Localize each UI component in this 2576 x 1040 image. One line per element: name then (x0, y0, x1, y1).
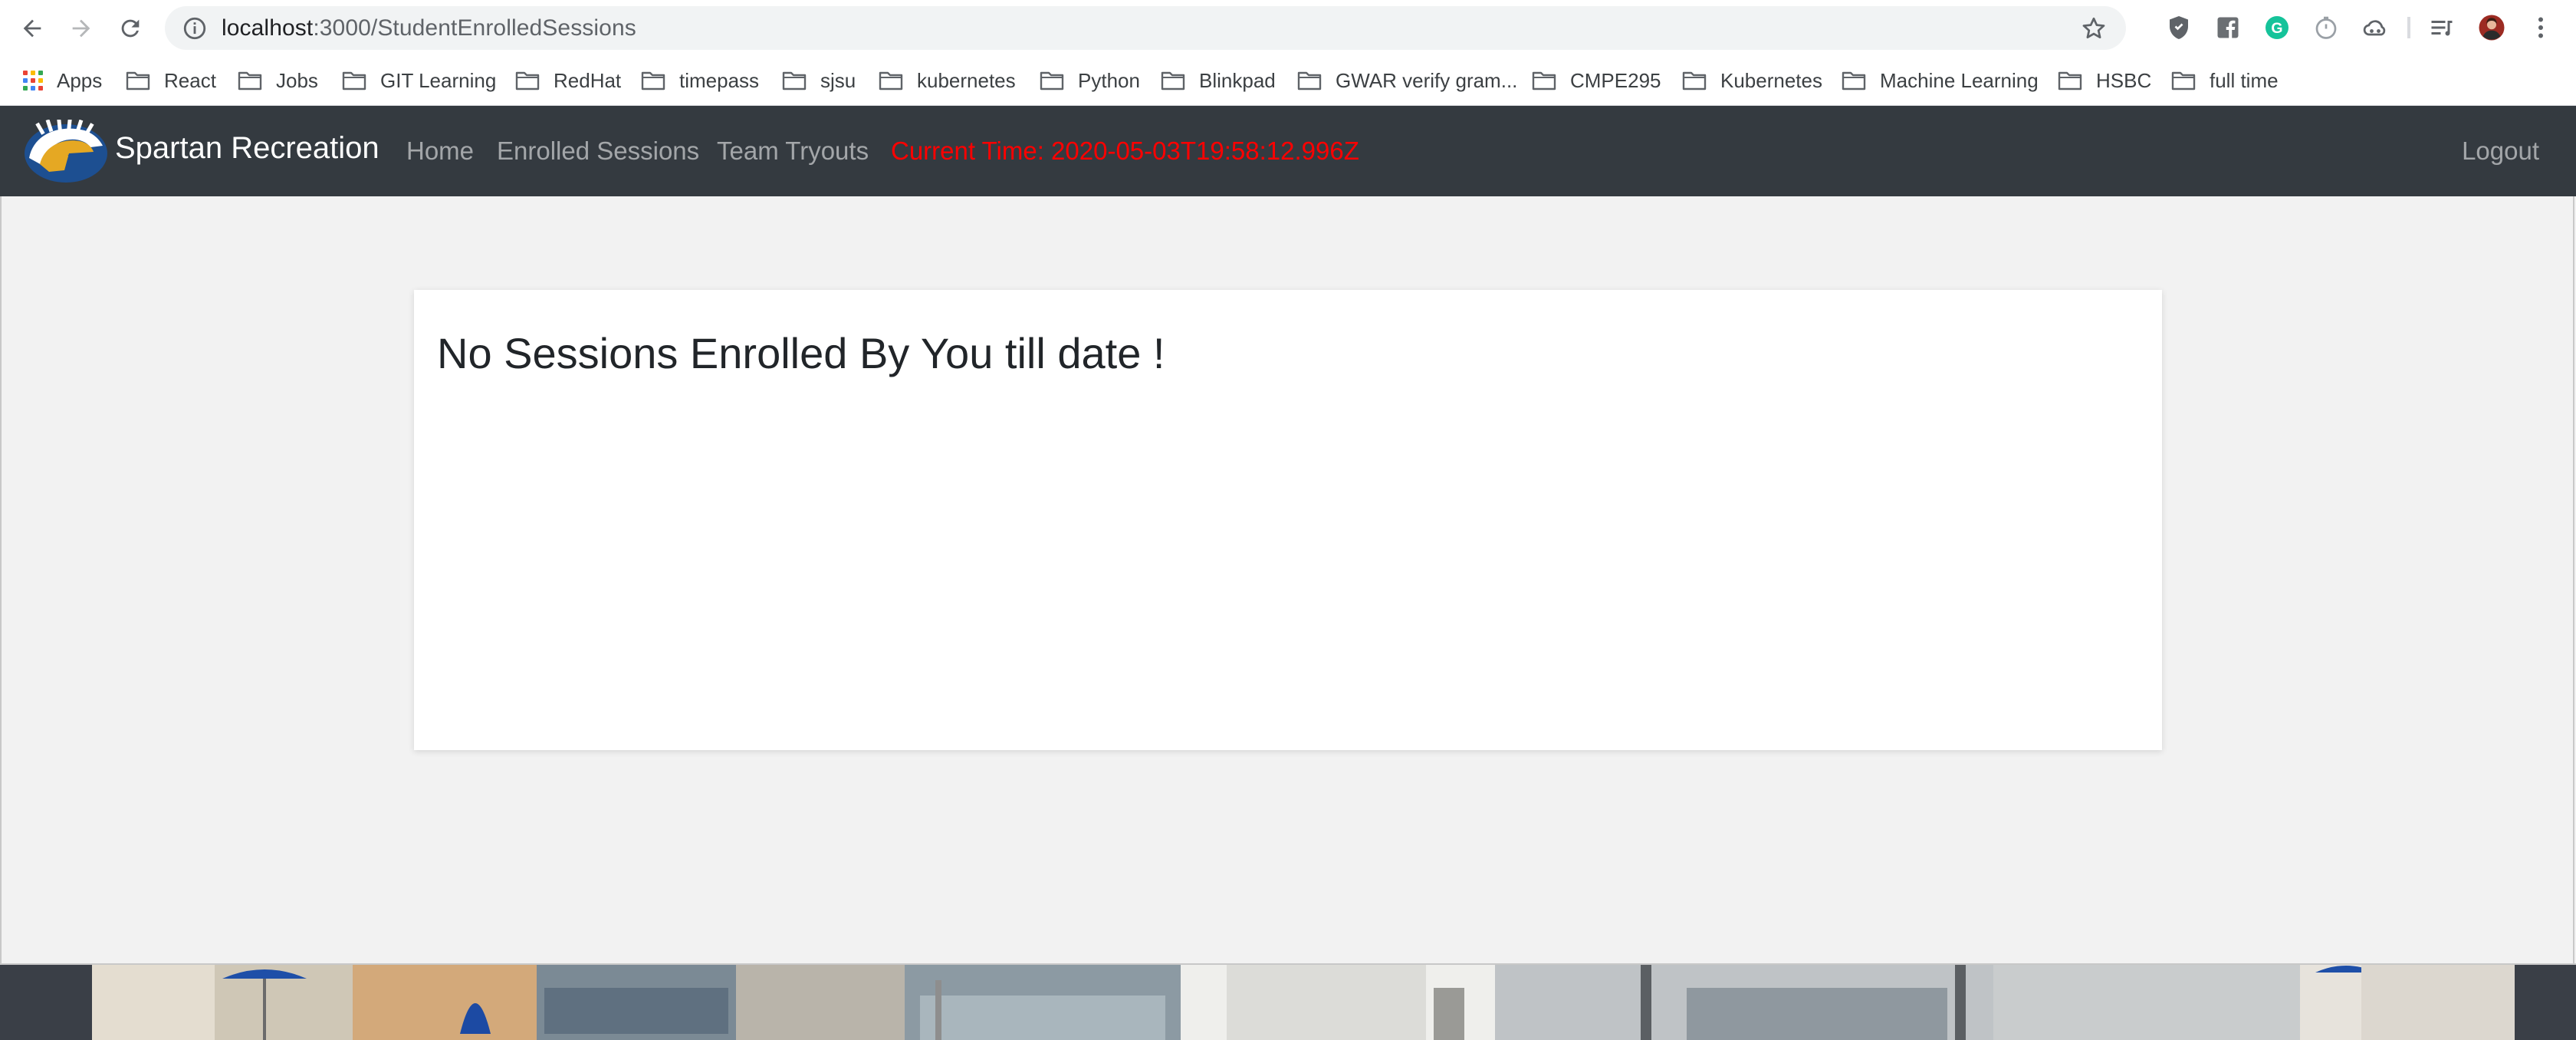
bookmark-label: kubernetes (917, 68, 1016, 92)
logout-link[interactable]: Logout (2462, 137, 2539, 166)
app-navbar: Spartan Recreation Home Enrolled Session… (0, 106, 2576, 196)
grammarly-extension-icon[interactable]: G (2262, 12, 2292, 43)
reading-list-icon[interactable] (2426, 12, 2457, 43)
bookmark-label: React (164, 68, 216, 92)
bookmark-folder-git-learning[interactable]: GIT Learning (342, 65, 496, 96)
svg-text:G: G (2271, 20, 2282, 37)
arrow-right-icon (72, 19, 90, 37)
bookmark-label: Machine Learning (1880, 68, 2039, 92)
profile-avatar[interactable] (2476, 12, 2507, 43)
apps-grid-icon (23, 71, 43, 91)
bookmark-label: Blinkpad (1199, 68, 1276, 92)
bookmark-label: Python (1078, 68, 1140, 92)
bookmark-label: HSBC (2096, 68, 2152, 92)
reload-button[interactable] (107, 11, 153, 45)
bookmark-label: GIT Learning (380, 68, 497, 92)
folder-icon (1682, 71, 1707, 91)
bookmarks-bar: Apps React Jobs GIT Learning RedHat time… (0, 56, 2576, 106)
folder-icon (641, 71, 665, 91)
bookmark-star-icon[interactable] (2080, 15, 2108, 42)
bookmark-folder-redhat[interactable]: RedHat (515, 65, 621, 96)
browser-menu-icon[interactable] (2525, 12, 2556, 43)
info-icon[interactable] (182, 15, 208, 41)
sessions-card: No Sessions Enrolled By You till date ! (414, 290, 2162, 750)
bookmark-label: full time (2210, 68, 2279, 92)
reload-icon (121, 19, 140, 37)
bookmark-label: Kubernetes (1720, 68, 1822, 92)
folder-icon (1532, 71, 1556, 91)
facebook-extension-icon[interactable] (2213, 12, 2243, 43)
folder-icon (782, 71, 807, 91)
folder-icon (1842, 71, 1866, 91)
folder-icon (238, 71, 262, 91)
empty-sessions-message: No Sessions Enrolled By You till date ! (437, 329, 1165, 377)
bookmark-folder-react[interactable]: React (126, 65, 216, 96)
forward-button[interactable] (58, 11, 104, 45)
url-host: localhost (222, 15, 314, 41)
toolbar-separator (2407, 17, 2410, 38)
bookmark-label: timepass (679, 68, 760, 92)
bookmark-folder-sjsu[interactable]: sjsu (782, 65, 856, 96)
back-button[interactable] (9, 11, 55, 45)
browser-toolbar: localhost:3000/StudentEnrolledSessions G (0, 0, 2576, 56)
bookmark-label: GWAR verify gram... (1336, 68, 1518, 92)
folder-icon (2171, 71, 2196, 91)
bookmark-folder-timepass[interactable]: timepass (641, 65, 759, 96)
brand-title[interactable]: Spartan Recreation (115, 131, 380, 166)
bookmark-folder-cmpe295[interactable]: CMPE295 (1532, 65, 1661, 96)
bookmark-folder-kubernetes[interactable]: Kubernetes (1682, 65, 1822, 96)
bookmark-folder-jobs[interactable]: Jobs (238, 65, 318, 96)
bookmark-folder-kubernetes-lower[interactable]: kubernetes (879, 65, 1016, 96)
bookmark-label: Jobs (276, 68, 318, 92)
arrow-left-icon (23, 19, 41, 37)
bookmark-folder-machine-learning[interactable]: Machine Learning (1842, 65, 2039, 96)
background-photo (0, 963, 2576, 1040)
nav-link-team-tryouts[interactable]: Team Tryouts (717, 137, 869, 166)
folder-icon (1040, 71, 1064, 91)
bookmark-folder-hsbc[interactable]: HSBC (2058, 65, 2151, 96)
bookmark-label: RedHat (554, 68, 622, 92)
folder-icon (126, 71, 150, 91)
spartan-logo[interactable] (23, 120, 109, 184)
bookmark-label: CMPE295 (1570, 68, 1661, 92)
bookmark-folder-gwar[interactable]: GWAR verify gram... (1297, 65, 1517, 96)
folder-icon (1297, 71, 1322, 91)
address-bar[interactable]: localhost:3000/StudentEnrolledSessions (165, 6, 2126, 50)
current-time-text: Current Time: 2020-05-03T19:58:12.996Z (891, 137, 1359, 165)
folder-icon (1161, 71, 1185, 91)
nav-link-home[interactable]: Home (406, 137, 474, 166)
url-path: :3000/StudentEnrolledSessions (313, 15, 636, 41)
shield-extension-icon[interactable] (2164, 12, 2194, 43)
folder-icon (2058, 71, 2082, 91)
timer-extension-icon[interactable] (2311, 12, 2341, 43)
bookmark-folder-python[interactable]: Python (1040, 65, 1140, 96)
folder-icon (515, 71, 540, 91)
folder-icon (879, 71, 903, 91)
bookmark-folder-blinkpad[interactable]: Blinkpad (1161, 65, 1276, 96)
folder-icon (342, 71, 366, 91)
url-text[interactable]: localhost:3000/StudentEnrolledSessions (222, 15, 636, 41)
bookmark-label: sjsu (820, 68, 856, 92)
bookmark-folder-full-time[interactable]: full time (2171, 65, 2279, 96)
cloud-extension-icon[interactable] (2360, 12, 2390, 43)
bookmark-apps[interactable]: Apps (23, 65, 102, 96)
nav-link-enrolled-sessions[interactable]: Enrolled Sessions (497, 137, 699, 166)
recreation-center-photo (0, 965, 2576, 1040)
bookmark-label: Apps (57, 68, 103, 92)
